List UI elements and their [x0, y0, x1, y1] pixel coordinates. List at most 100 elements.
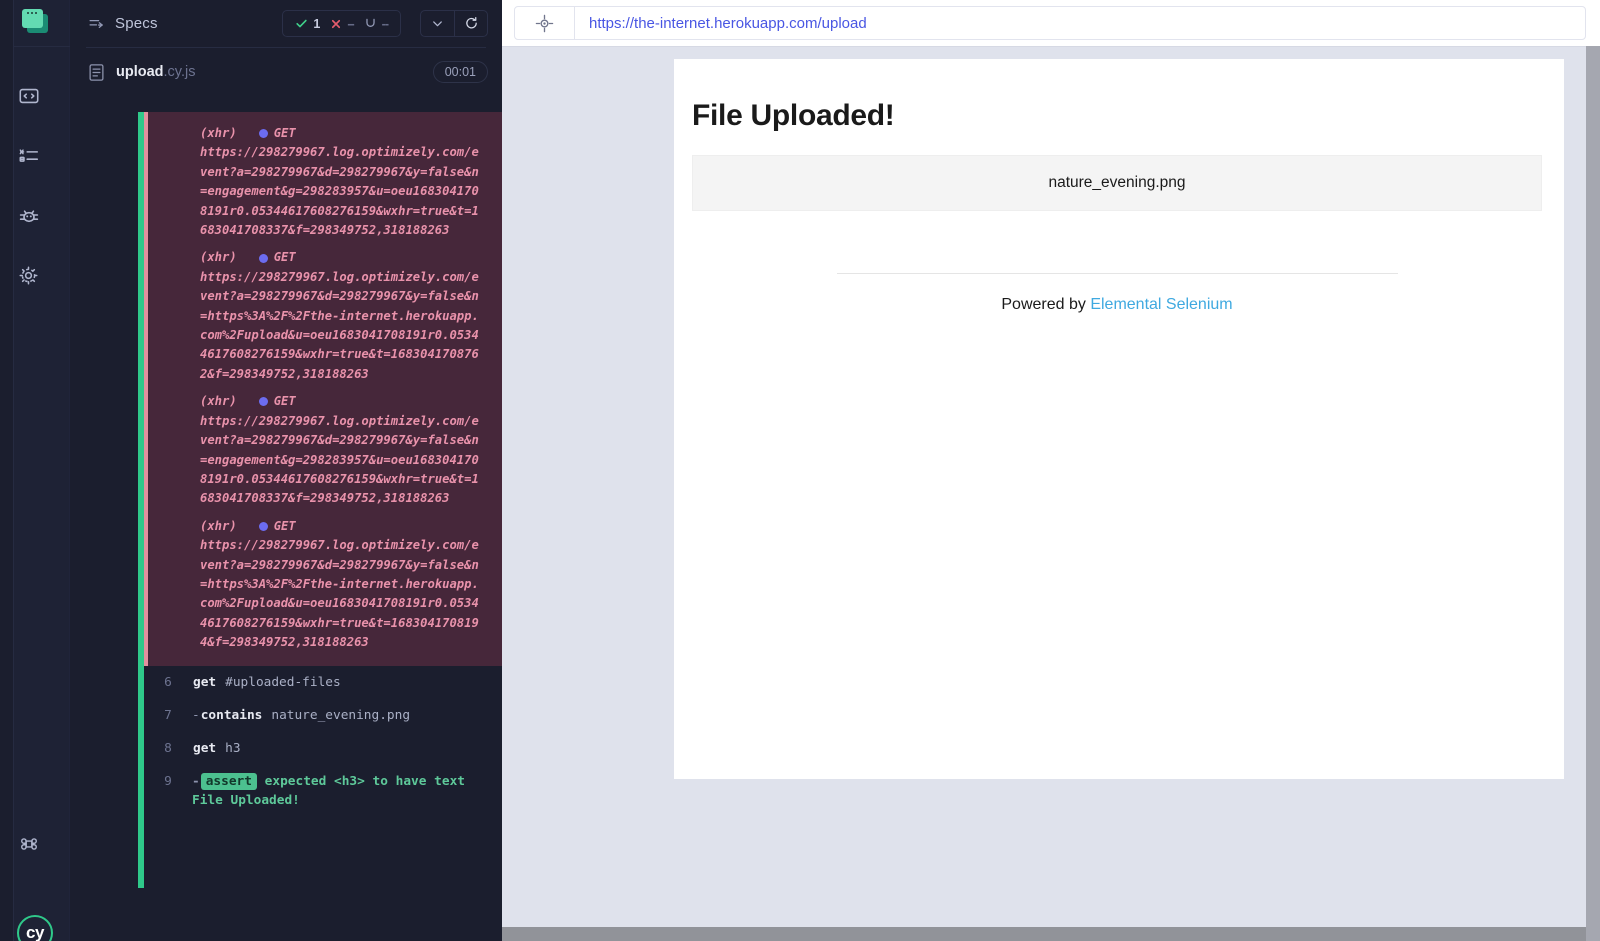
runs-list-icon — [18, 145, 40, 167]
application-under-test: File Uploaded! nature_evening.png Powere… — [674, 59, 1564, 779]
gear-icon — [17, 264, 40, 287]
stat-pending: -- — [361, 17, 391, 31]
assert-badge: assert — [201, 773, 257, 790]
uploaded-file-name: nature_evening.png — [1048, 174, 1185, 192]
command-dash: - — [192, 708, 200, 723]
sidebar-item-specs[interactable] — [0, 72, 57, 119]
xhr-method: GET — [274, 517, 296, 536]
command-number: 9 — [144, 772, 192, 791]
elemental-selenium-link[interactable]: Elemental Selenium — [1090, 296, 1232, 313]
bug-icon — [17, 204, 41, 228]
keyboard-shortcut-icon[interactable] — [0, 820, 57, 867]
horizontal-scrollbar[interactable] — [502, 927, 1586, 941]
browser-panel: https://the-internet.herokuapp.com/uploa… — [502, 0, 1600, 941]
stat-failed: -- — [327, 17, 356, 31]
restart-button[interactable] — [454, 11, 487, 36]
pending-icon — [364, 17, 377, 30]
xhr-status-dot — [259, 254, 268, 263]
cypress-logo-text: cy — [26, 924, 44, 941]
project-windows-icon[interactable] — [20, 9, 50, 35]
crosshair-icon — [535, 14, 554, 33]
command-arg: #uploaded-files — [225, 675, 341, 690]
xhr-log-entry[interactable]: (xhr) GET https://298279967.log.optimizel… — [148, 388, 492, 512]
sidebar-item-runs[interactable] — [0, 132, 57, 179]
command-body: -contains nature_evening.png — [192, 706, 492, 725]
xhr-log-entry[interactable]: (xhr) GET https://298279967.log.optimizel… — [148, 120, 492, 244]
command-number: 6 — [144, 673, 192, 692]
command-arg: nature_evening.png — [271, 708, 410, 723]
xhr-url: https://298279967.log.optimizely.com/eve… — [200, 268, 484, 384]
command-dash: - — [192, 774, 200, 789]
xhr-tag: (xhr) — [200, 392, 237, 411]
code-window-icon — [18, 85, 40, 107]
xhr-tag: (xhr) — [200, 517, 237, 536]
command-number: 8 — [144, 739, 192, 758]
footer-prefix: Powered by — [1001, 296, 1090, 313]
command-body: get #uploaded-files — [192, 673, 492, 692]
x-icon — [330, 18, 342, 30]
spec-file-name: upload.cy.js — [116, 64, 195, 80]
restart-icon — [464, 16, 479, 31]
xhr-tag: (xhr) — [200, 124, 237, 143]
xhr-method: GET — [274, 392, 296, 411]
vertical-scrollbar[interactable] — [1586, 46, 1600, 927]
command-number: 7 — [144, 706, 192, 725]
project-icon-dots — [27, 12, 37, 14]
xhr-method: GET — [274, 248, 296, 267]
stat-failed-value: -- — [347, 17, 353, 31]
spec-extension: .cy.js — [164, 64, 196, 80]
xhr-status-dot — [259, 397, 268, 406]
aut-backdrop: File Uploaded! nature_evening.png Powere… — [502, 46, 1586, 927]
command-row[interactable]: 8 get h3 — [144, 732, 502, 765]
command-row-assert[interactable]: 9 -assert expected <h3> to have text Fil… — [144, 765, 502, 817]
xhr-log-entry[interactable]: (xhr) GET https://298279967.log.optimizel… — [148, 513, 492, 657]
command-arg: h3 — [225, 741, 240, 756]
url-bar[interactable]: https://the-internet.herokuapp.com/uploa… — [514, 6, 1586, 40]
specs-title: Specs — [115, 15, 158, 32]
command-name: get — [193, 741, 216, 756]
xhr-log-entry[interactable]: (xhr) GET https://298279967.log.optimizel… — [148, 244, 492, 388]
xhr-tag: (xhr) — [200, 248, 237, 267]
reporter-header-buttons — [420, 10, 488, 37]
stat-passed: 1 — [292, 17, 323, 31]
xhr-header: (xhr) GET — [200, 248, 484, 267]
xhr-status-dot — [259, 129, 268, 138]
file-icon — [88, 63, 105, 82]
project-icon-front — [22, 9, 43, 28]
selector-playground-button[interactable] — [515, 7, 575, 39]
page-footer: Powered by Elemental Selenium — [692, 296, 1542, 314]
command-log-area: (xhr) GET https://298279967.log.optimizel… — [70, 112, 502, 888]
nav-rail: cy — [0, 0, 70, 941]
page-title: File Uploaded! — [692, 99, 1542, 133]
chevron-down-icon — [430, 16, 445, 31]
stat-pending-value: -- — [382, 17, 388, 31]
reporter-header: Specs 1 -- -- — [70, 0, 502, 47]
command-name: contains — [201, 708, 263, 723]
url-text[interactable]: https://the-internet.herokuapp.com/uploa… — [575, 15, 867, 32]
command-row[interactable]: 7 -contains nature_evening.png — [144, 699, 502, 732]
specs-arrow-icon — [88, 15, 105, 32]
xhr-log-group: (xhr) GET https://298279967.log.optimizel… — [144, 112, 502, 666]
url-bar-container: https://the-internet.herokuapp.com/uploa… — [502, 0, 1600, 46]
stat-passed-value: 1 — [313, 17, 320, 31]
command-list: (xhr) GET https://298279967.log.optimizel… — [144, 112, 502, 888]
xhr-method: GET — [274, 124, 296, 143]
xhr-header: (xhr) GET — [200, 392, 484, 411]
test-stats: 1 -- -- — [282, 10, 401, 37]
xhr-status-dot — [259, 522, 268, 531]
reporter-panel: Specs 1 -- -- — [70, 0, 502, 941]
spec-duration-badge: 00:01 — [433, 61, 488, 83]
xhr-url: https://298279967.log.optimizely.com/eve… — [200, 143, 484, 240]
check-icon — [295, 17, 308, 30]
command-body: get h3 — [192, 739, 492, 758]
sidebar-item-debug[interactable] — [0, 192, 57, 239]
xhr-header: (xhr) GET — [200, 517, 484, 536]
spec-file-row[interactable]: upload.cy.js 00:01 — [70, 48, 502, 96]
command-row[interactable]: 6 get #uploaded-files — [144, 666, 502, 699]
command-name: get — [193, 675, 216, 690]
xhr-url: https://298279967.log.optimizely.com/eve… — [200, 536, 484, 652]
command-key-icon — [19, 834, 39, 854]
collapse-button[interactable] — [421, 11, 454, 36]
xhr-url: https://298279967.log.optimizely.com/eve… — [200, 412, 484, 509]
sidebar-item-settings[interactable] — [0, 252, 57, 299]
